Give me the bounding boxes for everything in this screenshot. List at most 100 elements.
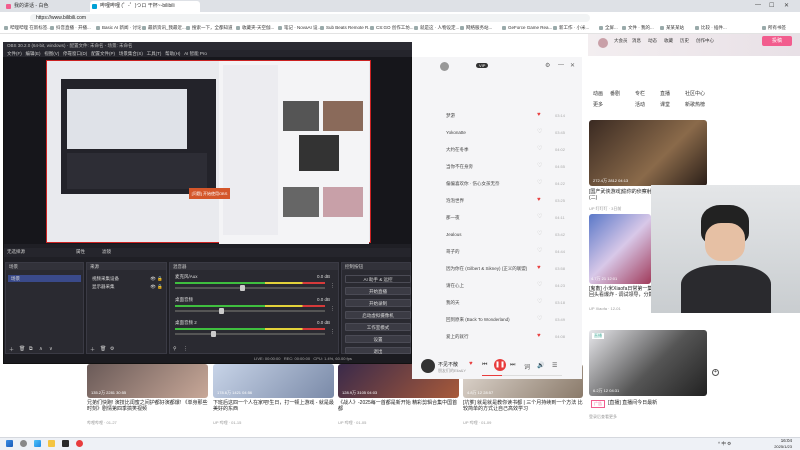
clock-time[interactable]: 16:04 [762,438,792,443]
bookmark-item[interactable]: CS:GO 创作工坊... [370,25,414,31]
video-title[interactable]: [直播] 直播间今日最新 [608,400,657,406]
bookmark-item[interactable]: 最新资讯_我最近... [142,25,186,31]
like-icon[interactable]: ♡ [537,316,542,322]
clock-date[interactable]: 2025/1/23 [762,444,792,449]
close-icon[interactable]: ✕ [570,62,575,69]
gear-icon[interactable]: ⚙ [110,346,114,352]
minimize-icon[interactable]: — [755,2,761,8]
source-item[interactable]: 视频采集设备 👁 🔒 [89,275,164,282]
playlist-icon[interactable]: ☰ [552,362,557,369]
delete-icon[interactable]: 🗑 [100,346,106,352]
scene-item[interactable]: 场景 [8,275,81,282]
video-meta[interactable]: UP 哔哩 · 01-15 [213,420,241,426]
like-icon[interactable]: ♥ [537,197,541,203]
channel-menu-icon[interactable]: ⋮ [330,283,335,289]
obs-menu-item[interactable]: 视图(V) [44,51,59,56]
song-title[interactable]: Jealous [446,232,462,237]
category-link[interactable]: 活动 [635,101,645,108]
bookmark-item[interactable]: 就是这 · 人物设定... [414,25,459,31]
bookmark-item[interactable]: Sub Beats Remote R... [320,25,372,30]
source-item[interactable]: 显示器采集 👁 🔒 [89,283,164,290]
bookmark-item[interactable]: 某某某站 [660,25,684,31]
obs-popup-notice[interactable]: [问题] 开始使用OBS [189,188,230,199]
like-icon[interactable]: ♥ [537,112,541,118]
category-link[interactable]: 新歌热榜 [685,101,705,108]
filters-button[interactable]: 滤镜 [102,249,111,255]
song-title[interactable]: 爱上的就行 [446,334,469,340]
pause-button[interactable]: ❚❚ [494,359,506,371]
channel-menu-icon[interactable]: ⋮ [330,306,335,312]
bookmark-item[interactable]: 抖音直播 · 开播... [50,25,91,31]
like-icon[interactable]: ♡ [537,129,542,135]
song-title[interactable]: Yokonatte [446,130,466,135]
bookmark-item[interactable]: Basic AI 新闻 · 讨论 [96,25,142,31]
like-icon[interactable]: ♡ [537,180,542,186]
avatar[interactable] [440,62,449,71]
song-title[interactable]: 回到原来 (Back To Wonderland) [446,317,510,323]
obs-menu-item[interactable]: 场景集合(S) [119,51,143,56]
like-icon[interactable]: ♡ [537,163,542,169]
video-meta[interactable]: UP 叮叮叮 · 3日前 [589,206,621,212]
song-title[interactable]: 哥子的 [446,249,460,255]
like-icon[interactable]: ♡ [537,299,542,305]
edge-icon[interactable] [34,440,41,447]
settings-button[interactable]: 设置 [345,335,411,343]
exit-button[interactable]: 退出 [345,347,411,354]
move-down-icon[interactable]: ∨ [49,346,53,352]
filter-icon[interactable]: ⧉ [29,346,33,352]
video-title[interactable]: 兄弟们快跑! 演技比闺蜜之间护都好演都爆! 《单身那些时刻》剧情第四季搞笑视频 [87,400,208,412]
header-link[interactable]: 大会员 [614,38,628,44]
move-up-icon[interactable]: ∧ [39,346,43,352]
folder-icon[interactable] [48,440,55,447]
category-link[interactable]: 直播 [660,90,670,97]
bookmark-item[interactable]: 收藏夹-天空伽... [236,25,274,31]
lock-icon[interactable]: 🔒 [157,275,163,282]
obs-taskbar-icon[interactable] [62,440,69,447]
song-title[interactable]: 那一夜 [446,215,460,221]
like-icon[interactable]: ♥ [537,333,541,339]
obs-menu-item[interactable]: 帮助(H) [165,51,180,56]
add-scene-icon[interactable]: ＋ [9,346,14,353]
start-recording-button[interactable]: 开始录制 [345,299,411,307]
video-meta[interactable]: UP 哔哩 · 01-05 [338,420,366,426]
lock-icon[interactable]: 🔒 [157,283,163,290]
eye-icon[interactable]: 👁 [150,275,156,282]
like-icon[interactable]: ♡ [537,214,542,220]
bookmark-item[interactable]: 全屏... [599,25,618,31]
plus-circle-icon[interactable]: + [712,369,719,376]
header-link[interactable]: 动态 [648,38,657,44]
search-icon[interactable] [20,440,27,447]
video-meta[interactable]: 登录后查看更多 [589,414,617,420]
all-bookmarks[interactable]: 所有书签 [762,25,786,31]
song-title[interactable]: 泡泡世界 [446,198,464,204]
video-thumbnail[interactable]: 272.4万 2812 04:13 [589,120,707,186]
browser-tab-1[interactable]: 我的讲话 - 白色 [4,1,89,12]
obs-menu-item[interactable]: 编辑(E) [26,51,41,56]
close-icon[interactable]: ✕ [784,2,789,9]
start-icon[interactable] [6,440,13,447]
browser-tab-2[interactable]: 哔哩哔哩 (゜-゜)つロ 干杯~-bilibili [90,1,200,12]
delete-icon[interactable]: 🗑 [19,346,25,352]
studio-mode-button[interactable]: 工作室模式 [345,323,411,331]
more-icon[interactable]: ⋮ [183,346,188,352]
obs-menu-item[interactable]: 工具(T) [147,51,162,56]
category-link[interactable]: 番剧 [610,90,620,97]
like-icon[interactable]: ♡ [537,231,542,237]
minimize-icon[interactable]: — [558,62,564,68]
header-link[interactable]: 创作中心 [696,38,714,44]
prev-track-icon[interactable]: ⏮ [482,362,487,369]
properties-button[interactable]: 属性 [76,249,85,255]
maximize-icon[interactable]: ☐ [769,2,774,9]
like-icon[interactable]: ♥ [469,361,473,367]
start-streaming-button[interactable]: 开始直播 [345,287,411,295]
header-link[interactable]: 消息 [632,38,641,44]
header-link[interactable]: 历史 [680,38,689,44]
song-title[interactable]: 大约在冬季 [446,147,469,153]
video-meta[interactable]: UP 哔哩 · 01-09 [463,420,491,426]
channel-menu-icon[interactable]: ⋮ [330,329,335,335]
obs-menu-item[interactable]: AI 智能 Pro [184,51,207,56]
obs-menu-item[interactable]: 停靠窗口(D) [63,51,87,56]
video-meta[interactable]: UP Xiaofa · 12-01 [589,306,621,311]
like-icon[interactable]: ♡ [537,146,542,152]
category-link[interactable]: 更多 [593,101,603,108]
